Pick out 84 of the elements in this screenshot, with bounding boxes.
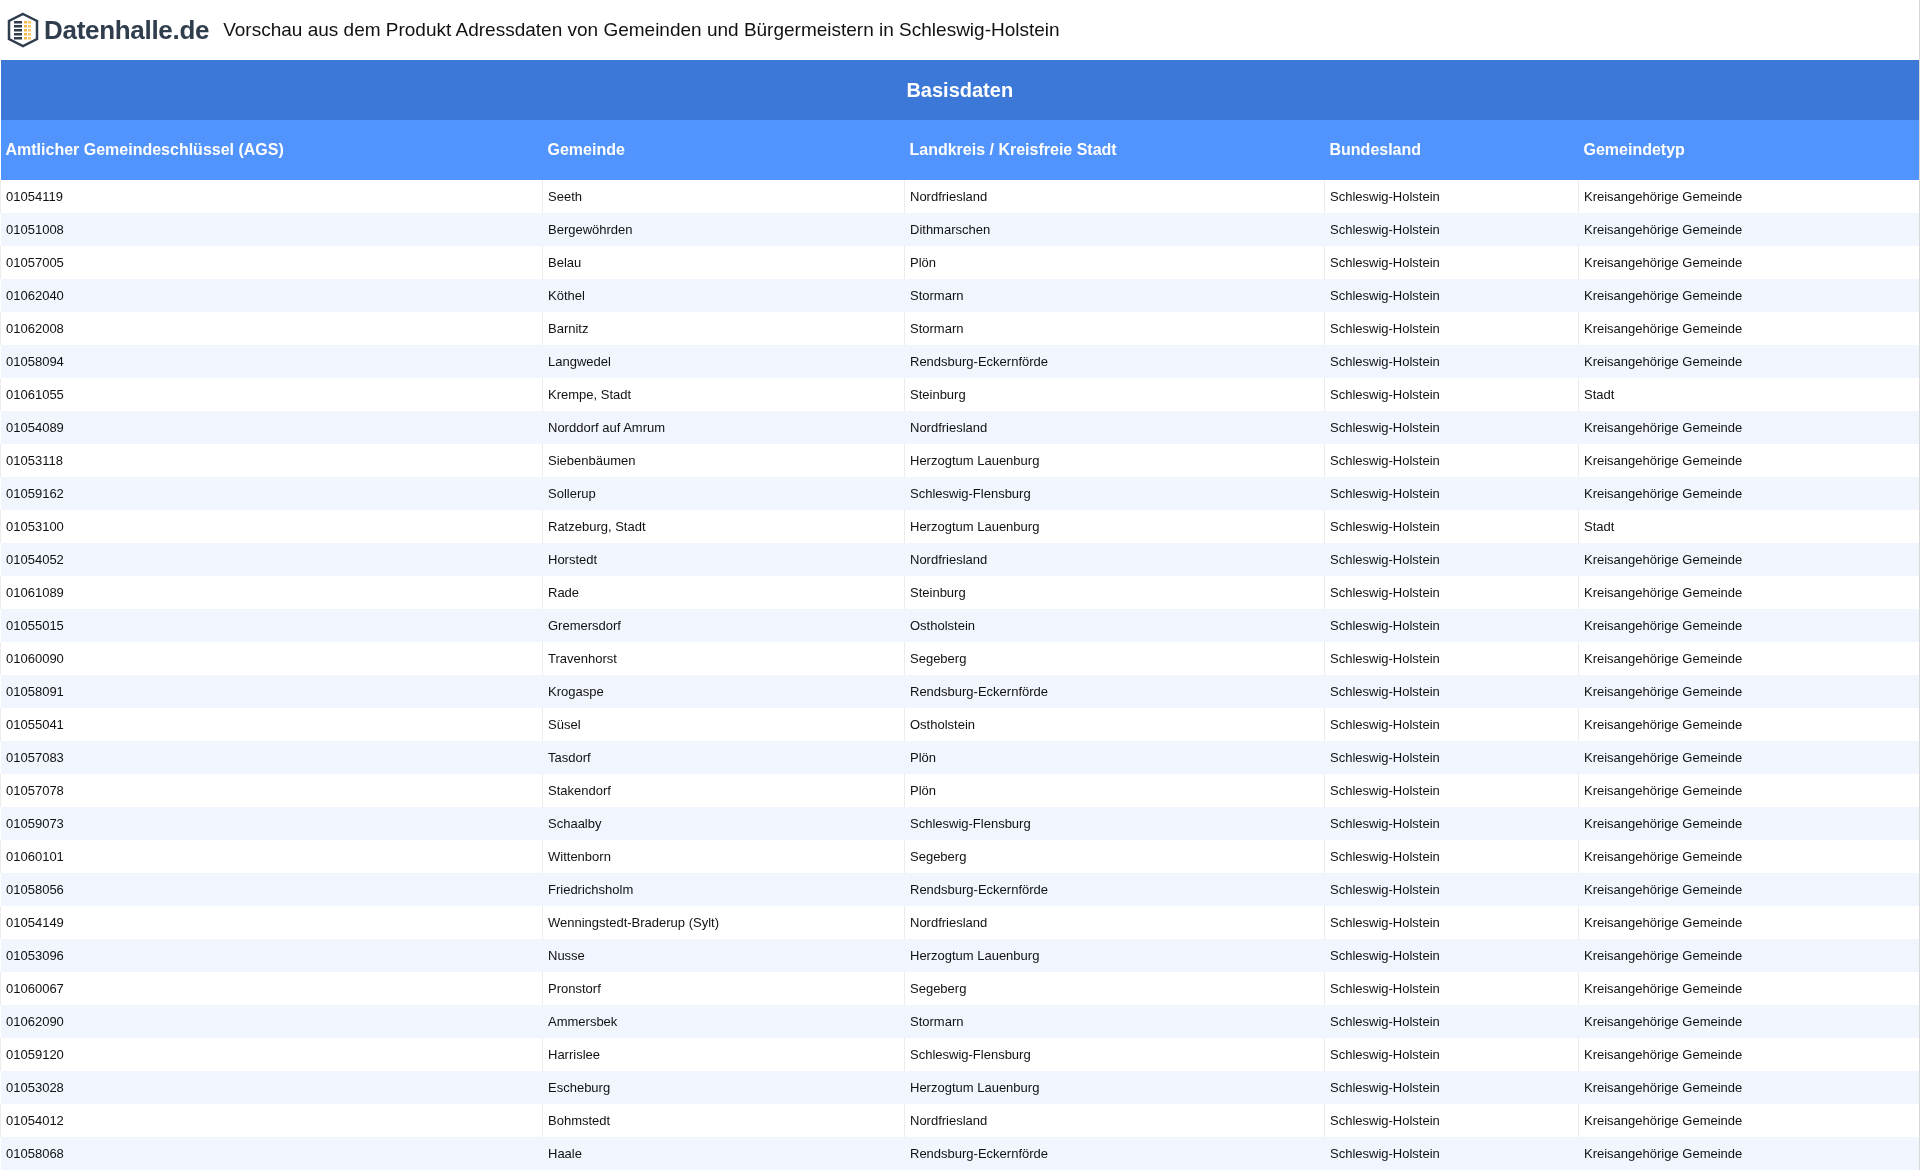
table-cell: Schleswig-Holstein: [1324, 873, 1579, 906]
table-cell: Schleswig-Holstein: [1324, 1137, 1579, 1170]
table-cell: Kreisangehörige Gemeinde: [1578, 1137, 1919, 1170]
column-header: Amtlicher Gemeindeschlüssel (AGS): [0, 120, 543, 180]
table-cell: Schleswig-Flensburg: [904, 807, 1325, 840]
logo-text[interactable]: Datenhalle.de: [44, 14, 210, 46]
table-cell: Kreisangehörige Gemeinde: [1578, 411, 1919, 444]
table-cell: Rendsburg-Eckernförde: [904, 873, 1325, 906]
table-cell: Schleswig-Holstein: [1324, 939, 1579, 972]
table-cell: Bergewöhrden: [542, 213, 905, 246]
table-cell: Horstedt: [542, 543, 905, 576]
table-cell: Rendsburg-Eckernförde: [904, 675, 1325, 708]
table-cell: Plön: [904, 741, 1325, 774]
table-cell: Nordfriesland: [904, 543, 1325, 576]
table-cell: Herzogtum Lauenburg: [904, 1071, 1325, 1104]
table-cell: 01058091: [0, 675, 543, 708]
table-cell: Haale: [542, 1137, 905, 1170]
table-cell: Norddorf auf Amrum: [542, 411, 905, 444]
table-cell: 01058056: [0, 873, 543, 906]
table-cell: Schleswig-Holstein: [1324, 411, 1579, 444]
logo-icon: [6, 12, 40, 48]
table-cell: Sollerup: [542, 477, 905, 510]
table-cell: Schleswig-Holstein: [1324, 675, 1579, 708]
table-cell: 01053096: [0, 939, 543, 972]
table-cell: Dithmarschen: [904, 213, 1325, 246]
table-cell: Stormarn: [904, 279, 1325, 312]
table-cell: Kreisangehörige Gemeinde: [1578, 873, 1919, 906]
table-cell: Tasdorf: [542, 741, 905, 774]
table-cell: Schleswig-Flensburg: [904, 477, 1325, 510]
table-cell: Schleswig-Holstein: [1324, 279, 1579, 312]
column-header: Gemeindetyp: [1578, 120, 1919, 180]
table-cell: 01062090: [0, 1005, 543, 1038]
table-cell: Gremersdorf: [542, 609, 905, 642]
table-cell: Kreisangehörige Gemeinde: [1578, 741, 1919, 774]
table-cell: 01062040: [0, 279, 543, 312]
table-cell: Kreisangehörige Gemeinde: [1578, 609, 1919, 642]
table-cell: Langwedel: [542, 345, 905, 378]
table-cell: Schleswig-Holstein: [1324, 543, 1579, 576]
table-cell: 01059162: [0, 477, 543, 510]
column-header: Landkreis / Kreisfreie Stadt: [904, 120, 1325, 180]
table-cell: Stormarn: [904, 1005, 1325, 1038]
table-cell: Kreisangehörige Gemeinde: [1578, 543, 1919, 576]
table-cell: 01054052: [0, 543, 543, 576]
table-cell: Kreisangehörige Gemeinde: [1578, 675, 1919, 708]
table-cell: 01057083: [0, 741, 543, 774]
table-cell: Schleswig-Holstein: [1324, 345, 1579, 378]
table-cell: Schleswig-Holstein: [1324, 741, 1579, 774]
table-cell: Schleswig-Holstein: [1324, 1005, 1579, 1038]
table-cell: 01054089: [0, 411, 543, 444]
table-cell: Kreisangehörige Gemeinde: [1578, 279, 1919, 312]
table-cell: Rendsburg-Eckernförde: [904, 345, 1325, 378]
table-cell: Ostholstein: [904, 609, 1325, 642]
table-cell: 01058094: [0, 345, 543, 378]
table-cell: Rendsburg-Eckernförde: [904, 1137, 1325, 1170]
table-cell: Köthel: [542, 279, 905, 312]
table-cell: 01058068: [0, 1137, 543, 1170]
table-cell: Friedrichsholm: [542, 873, 905, 906]
table-cell: Kreisangehörige Gemeinde: [1578, 213, 1919, 246]
table-cell: Kreisangehörige Gemeinde: [1578, 807, 1919, 840]
table-cell: Ammersbek: [542, 1005, 905, 1038]
page-title: Vorschau aus dem Produkt Adressdaten von Gemeinden und Bürgermeistern in Schleswig-Holstein: [223, 19, 1060, 41]
table-cell: Kreisangehörige Gemeinde: [1578, 1071, 1919, 1104]
table-cell: Schaalby: [542, 807, 905, 840]
table-cell: Schleswig-Holstein: [1324, 1071, 1579, 1104]
table-cell: 01053028: [0, 1071, 543, 1104]
table-cell: Herzogtum Lauenburg: [904, 939, 1325, 972]
table-cell: Kreisangehörige Gemeinde: [1578, 1005, 1919, 1038]
table-cell: Schleswig-Holstein: [1324, 477, 1579, 510]
column-header: Bundesland: [1324, 120, 1579, 180]
table-cell: 01059073: [0, 807, 543, 840]
column-header: Gemeinde: [542, 120, 905, 180]
table-cell: Schleswig-Holstein: [1324, 807, 1579, 840]
table-cell: Kreisangehörige Gemeinde: [1578, 939, 1919, 972]
table-cell: Nordfriesland: [904, 411, 1325, 444]
table-cell: Schleswig-Holstein: [1324, 213, 1579, 246]
table-cell: 01055015: [0, 609, 543, 642]
table-title: Basisdaten: [0, 60, 1919, 120]
table-cell: Kreisangehörige Gemeinde: [1578, 345, 1919, 378]
table-cell: Escheburg: [542, 1071, 905, 1104]
table-cell: 01051008: [0, 213, 543, 246]
table-cell: Krogaspe: [542, 675, 905, 708]
table-cell: Schleswig-Holstein: [1324, 609, 1579, 642]
table-cell: Kreisangehörige Gemeinde: [1578, 477, 1919, 510]
table-cell: Nusse: [542, 939, 905, 972]
